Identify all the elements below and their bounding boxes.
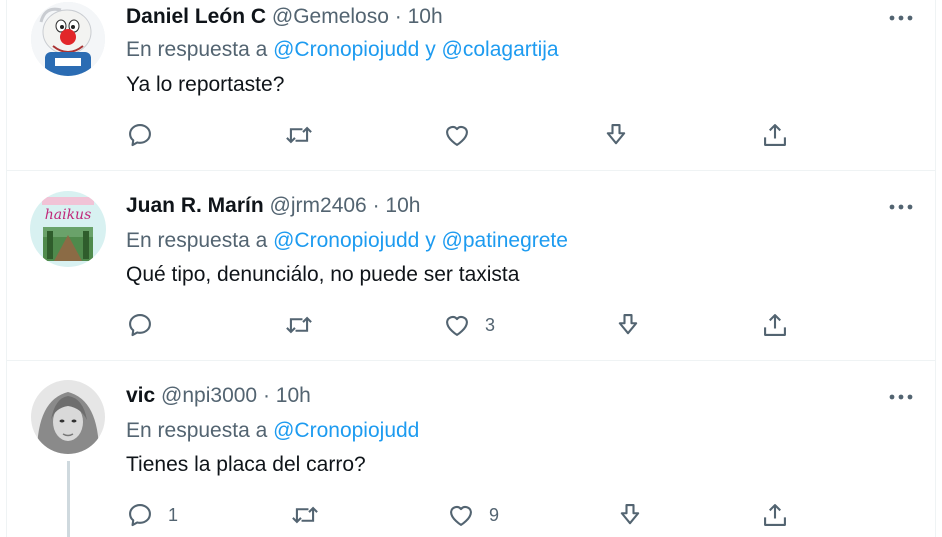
retweet-button[interactable]	[284, 310, 314, 340]
mention-link[interactable]: @patinegrete	[442, 229, 568, 252]
reply-icon	[129, 124, 151, 147]
more-icon	[889, 204, 913, 210]
reply-button[interactable]	[126, 120, 154, 150]
separator-dot: ·	[394, 5, 402, 28]
download-icon	[618, 314, 638, 335]
download-button[interactable]	[602, 120, 630, 150]
like-count: 3	[485, 314, 496, 335]
reply-prefix: En respuesta a	[126, 229, 268, 252]
like-icon	[446, 125, 468, 146]
separator-dot: ·	[262, 384, 270, 407]
tweet-header: Juan R. Marín @jrm2406 · 10h	[126, 194, 420, 218]
tweet-text: Tienes la placa del carro?	[126, 453, 366, 476]
mention-link[interactable]: @Cronopiojudd	[273, 229, 419, 252]
tweet-header: Daniel León C @Gemeloso · 10h	[126, 5, 443, 29]
separator-dot: ·	[372, 194, 380, 217]
download-icon	[620, 504, 640, 525]
timestamp[interactable]: 10h	[408, 5, 443, 28]
mention-link[interactable]: @colagartija	[442, 38, 559, 61]
reply-button[interactable]	[126, 310, 154, 340]
timestamp[interactable]: 10h	[276, 384, 311, 407]
reply-context: En respuesta a @Cronopiojudd y @patinegr…	[126, 229, 568, 253]
mention-conjunction: y	[425, 38, 436, 61]
tweet-text: Ya lo reportaste?	[126, 73, 285, 96]
share-icon	[764, 314, 786, 336]
mention-conjunction: y	[425, 229, 436, 252]
more-icon	[889, 394, 913, 400]
download-icon	[606, 124, 626, 145]
tweet[interactable]: haikus Juan R. Marín @jrm2406 · 10h En r…	[0, 171, 942, 360]
mention-link[interactable]: @Cronopiojudd	[273, 419, 419, 442]
user-handle[interactable]: @jrm2406	[270, 194, 367, 217]
avatar[interactable]	[31, 2, 105, 76]
retweet-icon	[292, 506, 318, 524]
avatar[interactable]: haikus	[30, 191, 106, 267]
user-handle[interactable]: @Gemeloso	[272, 5, 389, 28]
timestamp[interactable]: 10h	[385, 194, 420, 217]
share-icon	[764, 124, 786, 146]
reply-context: En respuesta a @Cronopiojudd y @colagart…	[126, 38, 559, 62]
avatar-caption: haikus	[44, 207, 92, 223]
reply-context: En respuesta a @Cronopiojudd	[126, 419, 419, 443]
retweet-icon	[286, 126, 312, 144]
tweet[interactable]: Daniel León C @Gemeloso · 10h En respues…	[0, 0, 942, 170]
avatar[interactable]	[31, 380, 105, 454]
user-handle[interactable]: @npi3000	[161, 384, 257, 407]
more-button[interactable]	[886, 6, 916, 30]
like-count: 9	[489, 504, 500, 525]
more-button[interactable]	[886, 385, 916, 409]
like-button[interactable]	[443, 120, 471, 150]
reply-prefix: En respuesta a	[126, 38, 268, 61]
like-button[interactable]: 9	[447, 500, 499, 530]
mention-link[interactable]: @Cronopiojudd	[273, 38, 419, 61]
share-button[interactable]	[761, 500, 789, 530]
thread-connector	[67, 461, 70, 537]
tweet[interactable]: vic @npi3000 · 10h En respuesta a @Crono…	[0, 361, 942, 537]
share-icon	[764, 504, 786, 526]
share-button[interactable]	[761, 120, 789, 150]
reply-icon	[129, 504, 151, 527]
more-button[interactable]	[886, 195, 916, 219]
download-button[interactable]	[616, 500, 644, 530]
like-button[interactable]: 3	[443, 310, 495, 340]
reply-count: 1	[168, 504, 179, 525]
tweet-header: vic @npi3000 · 10h	[126, 384, 311, 408]
share-button[interactable]	[761, 310, 789, 340]
like-icon	[446, 315, 468, 336]
more-icon	[889, 15, 913, 21]
reply-button[interactable]: 1	[126, 500, 178, 530]
reply-prefix: En respuesta a	[126, 419, 268, 442]
user-name[interactable]: vic	[126, 384, 155, 407]
retweet-icon	[286, 316, 312, 334]
download-button[interactable]	[614, 310, 642, 340]
tweet-text: Qué tipo, denunciálo, no puede ser taxis…	[126, 263, 520, 286]
retweet-button[interactable]	[284, 120, 314, 150]
retweet-button[interactable]	[290, 500, 320, 530]
reply-icon	[129, 314, 151, 337]
like-icon	[450, 505, 472, 526]
user-name[interactable]: Juan R. Marín	[126, 194, 264, 217]
user-name[interactable]: Daniel León C	[126, 5, 266, 28]
